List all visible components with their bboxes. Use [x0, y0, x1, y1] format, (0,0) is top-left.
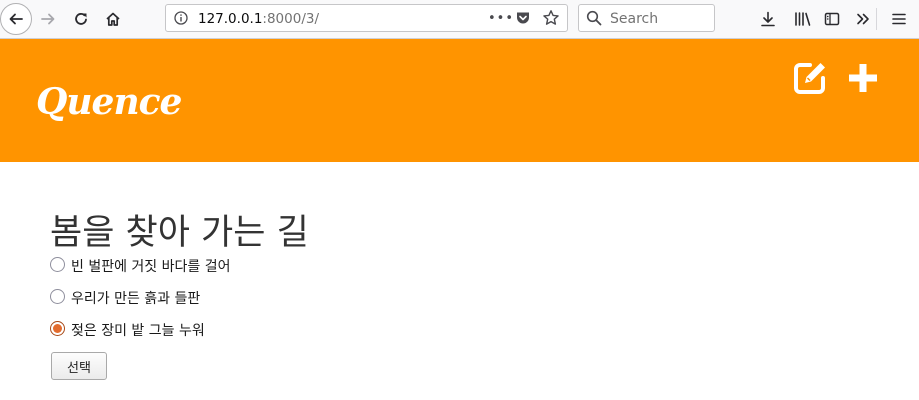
submit-button[interactable]: 선택: [51, 352, 107, 380]
radio-button[interactable]: [50, 289, 65, 304]
forward-button[interactable]: [35, 5, 61, 33]
arrow-left-icon: [9, 13, 23, 25]
choice-label: 우리가 만든 흙과 들판: [71, 291, 201, 307]
add-button[interactable]: [846, 61, 880, 95]
address-bar[interactable]: 127.0.0.1:8000/3/ •••: [165, 4, 568, 32]
radio-button-selected[interactable]: [50, 321, 65, 336]
choice-option[interactable]: 빈 벌판에 거짓 바다를 걸어: [50, 257, 231, 276]
reload-button[interactable]: [68, 5, 94, 33]
reload-icon: [75, 13, 87, 25]
url-path: :8000/3/: [262, 11, 320, 27]
url-host: 127.0.0.1: [198, 11, 263, 27]
search-bar[interactable]: Search: [578, 4, 715, 32]
home-icon: [106, 12, 120, 26]
search-icon: [586, 10, 602, 30]
download-icon[interactable]: [758, 9, 778, 29]
pocket-icon[interactable]: [515, 10, 531, 30]
choice-label: 빈 벌판에 거짓 바다를 걸어: [71, 259, 231, 275]
choice-option[interactable]: 우리가 만든 흙과 들판: [50, 289, 201, 308]
brand-logo[interactable]: Quence: [36, 81, 182, 123]
question-title: 봄을 찾아 가는 길: [50, 213, 309, 253]
toolbar-separator: [876, 8, 877, 30]
edit-square-icon: [794, 63, 825, 94]
bookmark-star-icon[interactable]: [542, 9, 560, 31]
plus-icon: [849, 64, 877, 92]
overflow-chevron-icon[interactable]: [853, 9, 873, 29]
edit-button[interactable]: [791, 59, 829, 97]
choice-label: 젖은 장미 밭 그늘 누워: [71, 323, 205, 339]
library-icon[interactable]: [793, 9, 813, 29]
browser-toolbar: 127.0.0.1:8000/3/ ••• Search: [0, 0, 919, 39]
hamburger-menu-icon[interactable]: [889, 9, 909, 29]
radio-button[interactable]: [50, 257, 65, 272]
back-button[interactable]: [0, 3, 32, 35]
page-actions-menu-icon[interactable]: •••: [488, 11, 514, 26]
info-icon[interactable]: [172, 9, 190, 27]
url-text[interactable]: 127.0.0.1:8000/3/: [198, 11, 319, 27]
site-header: Quence: [0, 39, 919, 162]
home-button[interactable]: [100, 5, 126, 33]
arrow-right-icon: [41, 13, 55, 25]
choice-option[interactable]: 젖은 장미 밭 그늘 누워: [50, 321, 205, 340]
search-placeholder: Search: [610, 11, 659, 27]
sidebar-icon[interactable]: [822, 9, 842, 29]
